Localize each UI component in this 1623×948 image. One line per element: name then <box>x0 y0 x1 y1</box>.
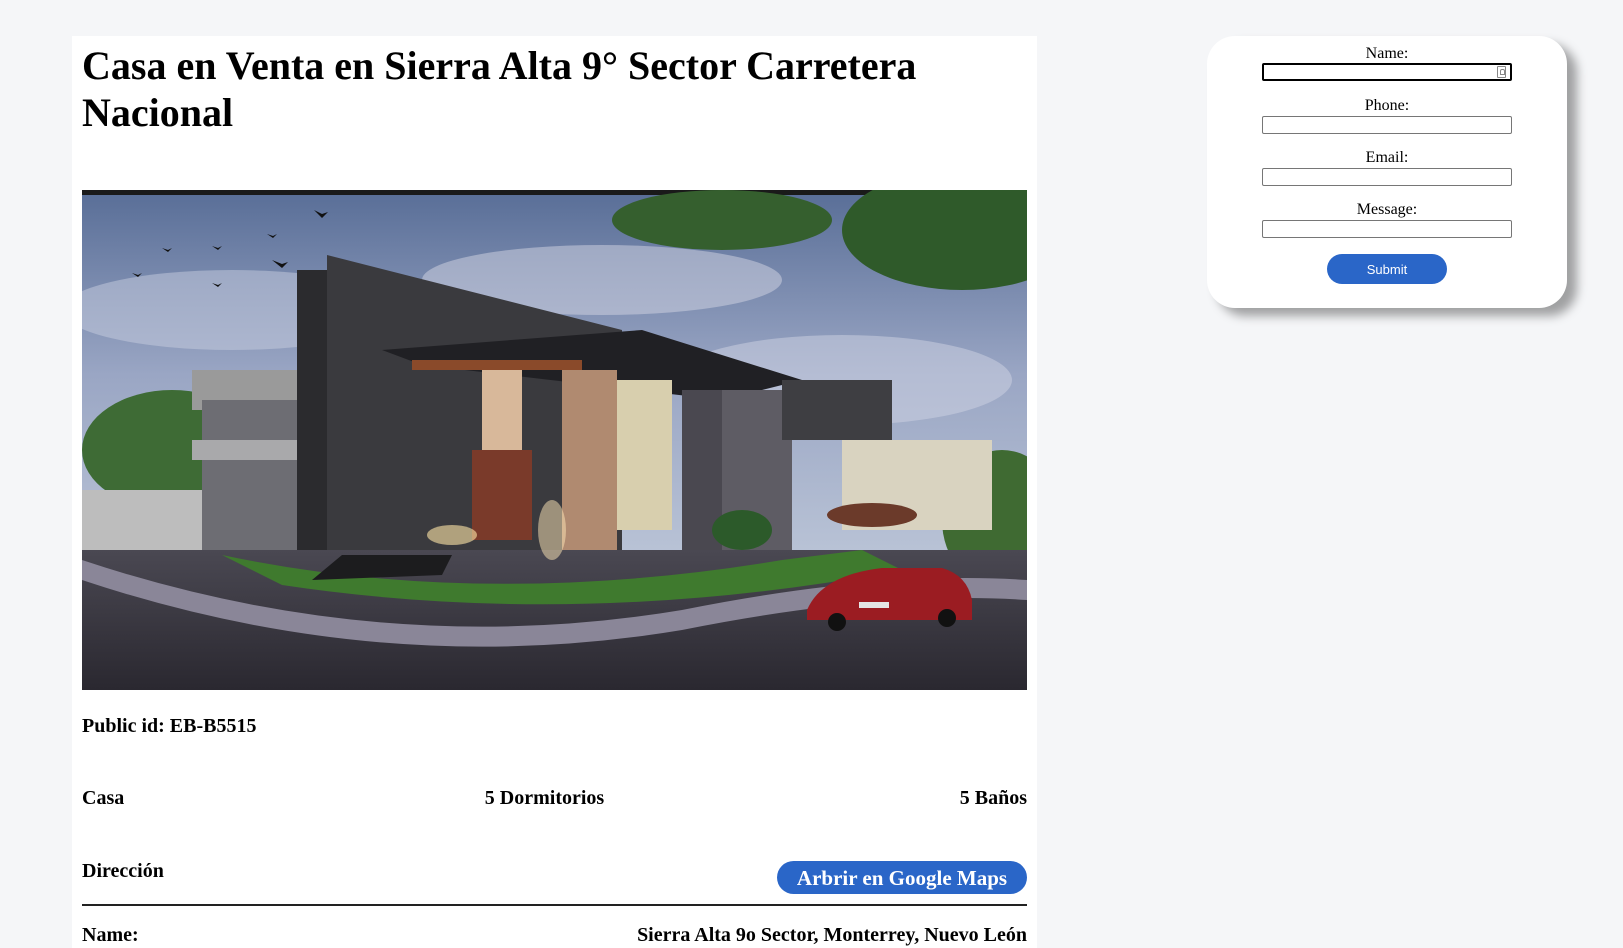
address-name-label: Name: <box>82 924 139 946</box>
public-id: Public id: EB-B5515 <box>82 714 256 738</box>
public-id-label: Public id: <box>82 715 165 737</box>
features-row: Casa 5 Dormitorios 5 Baños <box>82 787 1027 813</box>
bedrooms-count: 5 Dormitorios <box>484 787 605 809</box>
email-label: Email: <box>1365 149 1409 166</box>
property-photo <box>82 190 1027 690</box>
open-google-maps-button[interactable]: Arbrir en Google Maps <box>777 861 1027 894</box>
bathrooms-count: 5 Baños <box>959 787 1027 809</box>
email-input[interactable] <box>1262 168 1512 186</box>
contact-form: Name: Phone: Email: Message: Submit <box>1207 36 1567 308</box>
page-title: Casa en Venta en Sierra Alta 9° Sector C… <box>82 43 917 135</box>
phone-label: Phone: <box>1364 97 1410 114</box>
public-id-value: EB-B5515 <box>169 715 257 737</box>
name-input[interactable] <box>1262 63 1512 81</box>
submit-button[interactable]: Submit <box>1327 254 1447 284</box>
address-value: Sierra Alta 9o Sector, Monterrey, Nuevo … <box>637 924 1027 946</box>
address-heading: Dirección <box>82 860 164 882</box>
phone-input[interactable] <box>1262 116 1512 134</box>
contact-card-icon[interactable] <box>1497 66 1506 78</box>
listing-panel: Casa en Venta en Sierra Alta 9° Sector C… <box>72 36 1037 948</box>
message-label: Message: <box>1356 201 1418 218</box>
divider <box>82 904 1027 906</box>
name-label: Name: <box>1365 45 1409 62</box>
message-input[interactable] <box>1262 220 1512 238</box>
